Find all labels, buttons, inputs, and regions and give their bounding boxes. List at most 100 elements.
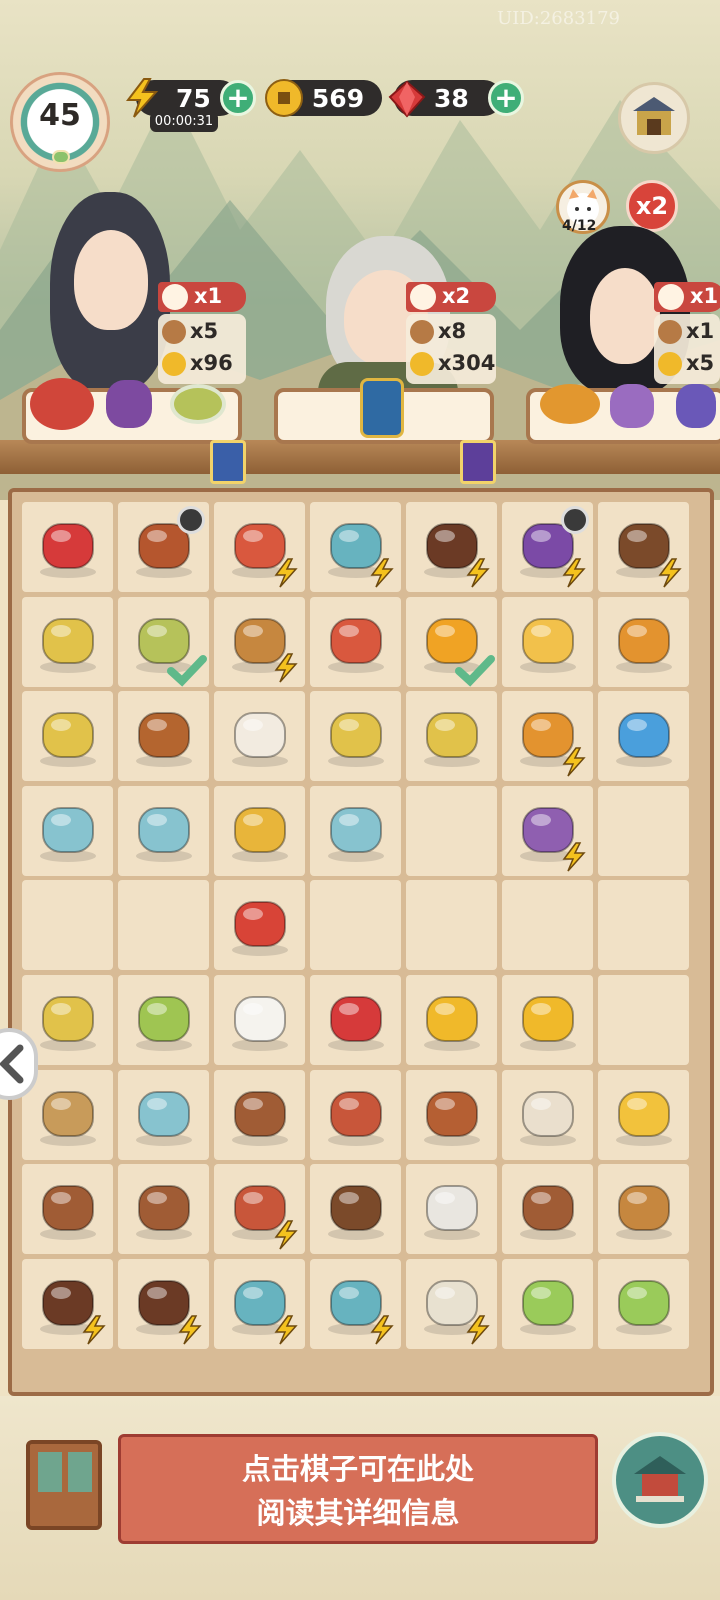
order-fruit-basket	[30, 378, 94, 430]
board-cell[interactable]	[406, 785, 497, 876]
board-cell[interactable]	[22, 691, 113, 782]
board-cell[interactable]	[118, 502, 209, 592]
board-cell[interactable]	[214, 502, 305, 592]
cabinet-door	[38, 1452, 62, 1492]
board-cell[interactable]	[598, 1258, 689, 1349]
board-cell[interactable]	[406, 1069, 497, 1160]
board-cell[interactable]	[502, 691, 593, 782]
jade-bracelet-icon	[321, 798, 391, 864]
board-cell[interactable]	[598, 1164, 689, 1255]
board-cell[interactable]	[598, 880, 689, 971]
board-cell[interactable]	[598, 785, 689, 876]
board-cell[interactable]	[214, 1258, 305, 1349]
board-cell[interactable]	[214, 1164, 305, 1255]
board-cell[interactable]	[118, 1069, 209, 1160]
board-cell[interactable]	[118, 975, 209, 1065]
board-cell[interactable]	[502, 502, 593, 592]
board-cell[interactable]	[118, 1164, 209, 1255]
basket-icon	[410, 320, 434, 344]
board-cell[interactable]	[406, 1258, 497, 1349]
order-pouch	[610, 384, 654, 428]
order-pouch	[676, 384, 716, 428]
straw-nest-icon	[225, 1082, 295, 1148]
egg-nest-icon	[513, 1176, 583, 1242]
board-cell[interactable]	[22, 785, 113, 876]
board-cell[interactable]	[502, 1164, 593, 1255]
board-cell[interactable]	[598, 1069, 689, 1160]
board-cell[interactable]	[310, 596, 401, 687]
lightning-icon	[273, 652, 299, 683]
coin-pile-icon	[417, 987, 487, 1053]
board-cell[interactable]	[406, 502, 497, 592]
basket-icon	[658, 320, 682, 344]
board-cell[interactable]	[118, 691, 209, 782]
board-cell[interactable]	[310, 1164, 401, 1255]
ruby-icon	[388, 80, 426, 118]
board-cell[interactable]	[598, 691, 689, 782]
scissors-icon	[609, 1271, 679, 1337]
board-cell[interactable]	[22, 502, 113, 592]
chick-nest-icon	[33, 1176, 103, 1242]
board-cell[interactable]	[598, 502, 689, 592]
pavilion-button[interactable]	[612, 1432, 708, 1528]
lightning-icon	[561, 558, 587, 588]
board-cell[interactable]	[118, 1258, 209, 1349]
board-cell[interactable]	[310, 1069, 401, 1160]
board-cell[interactable]	[406, 691, 497, 782]
board-cell[interactable]	[406, 880, 497, 971]
board-cell[interactable]	[214, 1069, 305, 1160]
board-cell[interactable]	[214, 785, 305, 876]
board-cell[interactable]	[22, 596, 113, 687]
reward-panel: x1 x5	[654, 314, 720, 384]
board-cell[interactable]	[310, 502, 401, 592]
add-gems-button[interactable]: +	[488, 80, 524, 116]
brush-set-icon	[609, 1176, 679, 1242]
paper-lantern-icon	[609, 609, 679, 675]
board-cell[interactable]	[22, 880, 113, 971]
board-cell[interactable]	[502, 975, 593, 1065]
item-info-panel: 点击棋子可在此处 阅读其详细信息	[118, 1434, 598, 1544]
thread-spool-icon	[513, 1082, 583, 1148]
lightning-icon	[465, 558, 491, 588]
board-cell[interactable]	[406, 596, 497, 687]
timer-icon	[561, 506, 589, 534]
board-cell[interactable]	[598, 596, 689, 687]
side-panel-toggle[interactable]	[0, 1028, 38, 1100]
board-cell[interactable]	[502, 596, 593, 687]
storage-cabinet-button[interactable]	[26, 1440, 102, 1530]
empty-box-icon	[33, 1082, 103, 1148]
board-cell[interactable]	[310, 880, 401, 971]
lightning-icon	[273, 558, 299, 588]
board-cell[interactable]	[406, 1164, 497, 1255]
board-cell[interactable]	[502, 1258, 593, 1349]
board-cell[interactable]	[502, 880, 593, 971]
board-cell[interactable]	[502, 785, 593, 876]
board-cell[interactable]	[502, 1069, 593, 1160]
board-cell[interactable]	[598, 975, 689, 1065]
gate-icon	[633, 97, 675, 135]
board-cell[interactable]	[310, 1258, 401, 1349]
order-ready-marker	[210, 440, 246, 484]
board-cell[interactable]	[22, 1164, 113, 1255]
board-cell[interactable]	[310, 691, 401, 782]
multiplier-badge: x2	[626, 180, 678, 232]
board-cell[interactable]	[214, 596, 305, 687]
fruit-basket-icon	[321, 609, 391, 675]
board-cell[interactable]	[214, 691, 305, 782]
board-cell[interactable]	[214, 975, 305, 1065]
board-cell[interactable]	[118, 880, 209, 971]
shop-button[interactable]	[618, 82, 690, 154]
board-cell[interactable]	[118, 785, 209, 876]
player-level-badge[interactable]: 45	[10, 72, 110, 172]
board-cell[interactable]	[310, 785, 401, 876]
cabinet-door	[68, 1452, 92, 1492]
board-cell[interactable]	[214, 880, 305, 971]
lightning-icon	[273, 1220, 299, 1250]
green-tea-cup-icon	[33, 609, 103, 675]
board-cell[interactable]	[118, 596, 209, 687]
board-cell[interactable]	[22, 1069, 113, 1160]
add-energy-button[interactable]: +	[220, 80, 256, 116]
board-cell[interactable]	[22, 1258, 113, 1349]
board-cell[interactable]	[406, 975, 497, 1065]
board-cell[interactable]	[310, 975, 401, 1065]
